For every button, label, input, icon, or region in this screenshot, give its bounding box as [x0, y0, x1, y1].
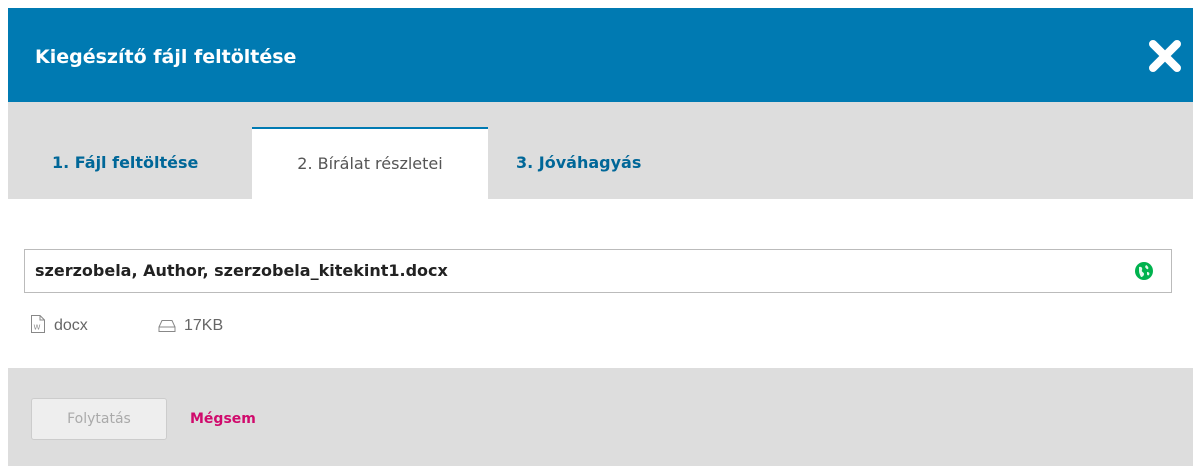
tab-review-details[interactable]: 2. Bírálat részletei	[252, 127, 488, 199]
tab-bar: 1. Fájl feltöltése 2. Bírálat részletei …	[8, 102, 1193, 199]
file-name-value: szerzobela, Author, szerzobela_kitekint1…	[35, 261, 448, 280]
globe-icon[interactable]	[1135, 262, 1153, 280]
continue-button[interactable]: Folytatás	[31, 398, 167, 440]
svg-text:W: W	[34, 324, 41, 332]
file-size-label: 17KB	[184, 317, 224, 334]
cancel-link[interactable]: Mégsem	[190, 398, 256, 440]
dialog-title: Kiegészítő fájl feltöltése	[35, 46, 297, 68]
file-name-field[interactable]: szerzobela, Author, szerzobela_kitekint1…	[24, 249, 1172, 293]
close-icon	[1149, 40, 1181, 72]
file-type-label: docx	[54, 317, 88, 334]
tab-file-upload[interactable]: 1. Fájl feltöltése	[52, 127, 198, 199]
word-file-icon: W	[31, 315, 45, 333]
file-type: W docx	[30, 313, 88, 339]
dialog-header: Kiegészítő fájl feltöltése	[8, 8, 1193, 102]
dialog-footer: Folytatás Mégsem	[8, 368, 1193, 466]
hard-drive-icon	[158, 320, 176, 332]
file-size: 17KB	[158, 313, 223, 339]
tab-confirmation[interactable]: 3. Jóváhagyás	[516, 127, 641, 199]
close-button[interactable]	[1147, 38, 1183, 74]
